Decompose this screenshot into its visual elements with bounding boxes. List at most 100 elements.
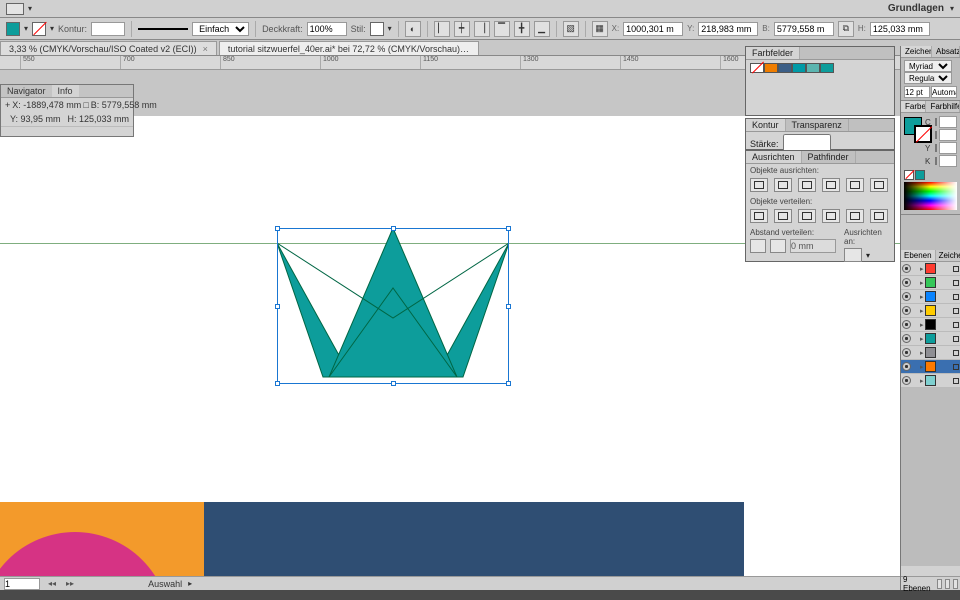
- prev-page-icon[interactable]: ◂◂: [46, 579, 58, 588]
- visibility-icon[interactable]: [902, 334, 911, 343]
- yellow-field[interactable]: [939, 142, 957, 154]
- info-panel[interactable]: Navigator Info + X: -1889,478 mm □ B: 57…: [0, 84, 134, 137]
- align-right-btn[interactable]: [798, 178, 816, 192]
- visibility-icon[interactable]: [902, 278, 911, 287]
- tab-paragraph[interactable]: Absatz: [932, 46, 960, 57]
- tab-stroke[interactable]: Kontur: [746, 119, 786, 131]
- align-bottom-btn[interactable]: [870, 178, 888, 192]
- swatch[interactable]: [778, 63, 792, 73]
- lock-slot[interactable]: [912, 306, 919, 315]
- target-icon[interactable]: [953, 322, 959, 328]
- lock-slot[interactable]: [912, 292, 919, 301]
- dist-bottom-btn[interactable]: [798, 209, 816, 223]
- visibility-icon[interactable]: [902, 348, 911, 357]
- bbox-handle[interactable]: [506, 381, 511, 386]
- swatch[interactable]: [792, 63, 806, 73]
- dist-right-btn[interactable]: [870, 209, 888, 223]
- layer-row[interactable]: ▸: [901, 262, 960, 276]
- layer-row[interactable]: ▸: [901, 304, 960, 318]
- none-swatch[interactable]: [904, 170, 914, 180]
- bbox-handle[interactable]: [391, 381, 396, 386]
- align-hcenter-button[interactable]: ┿: [454, 21, 470, 37]
- tab-align[interactable]: Ausrichten: [746, 151, 802, 163]
- align-panel[interactable]: Ausrichten Pathfinder Objekte ausrichten…: [745, 150, 895, 262]
- document-tab[interactable]: tutorial sitzwuerfel_40er.ai* bei 72,72 …: [219, 41, 479, 55]
- magenta-slider[interactable]: [935, 131, 937, 139]
- font-style-select[interactable]: Regular: [904, 72, 952, 84]
- disclosure-icon[interactable]: ▸: [920, 349, 924, 357]
- tab-navigator[interactable]: Navigator: [1, 85, 52, 97]
- current-fill-chip[interactable]: [915, 170, 925, 180]
- target-icon[interactable]: [953, 350, 959, 356]
- align-left-button[interactable]: ▏: [434, 21, 450, 37]
- layer-new-btn[interactable]: [945, 579, 950, 589]
- dist-vcenter-btn[interactable]: [774, 209, 792, 223]
- tab-transparency[interactable]: Transparenz: [786, 119, 849, 131]
- bbox-handle[interactable]: [506, 304, 511, 309]
- layer-row[interactable]: ▸: [901, 360, 960, 374]
- transform-button[interactable]: ▧: [563, 21, 579, 37]
- swatch-none[interactable]: [750, 63, 764, 73]
- graphic-style-swatch[interactable]: [370, 22, 384, 36]
- dist-hcenter-btn[interactable]: [846, 209, 864, 223]
- disclosure-icon[interactable]: ▸: [920, 335, 924, 343]
- w-field[interactable]: [774, 22, 834, 36]
- align-top-button[interactable]: ▔: [494, 21, 510, 37]
- align-vcenter-button[interactable]: ╋: [514, 21, 530, 37]
- visibility-icon[interactable]: [902, 292, 911, 301]
- disclosure-icon[interactable]: ▸: [920, 321, 924, 329]
- target-icon[interactable]: [953, 336, 959, 342]
- target-icon[interactable]: [953, 364, 959, 370]
- y-field[interactable]: [698, 22, 758, 36]
- align-top-btn[interactable]: [822, 178, 840, 192]
- leading-field[interactable]: [931, 86, 957, 98]
- align-bottom-button[interactable]: ▁: [534, 21, 550, 37]
- magenta-field[interactable]: [939, 129, 957, 141]
- layer-delete-btn[interactable]: [953, 579, 958, 589]
- layer-row[interactable]: ▸: [901, 276, 960, 290]
- stroke-style-select[interactable]: Einfach: [192, 22, 249, 36]
- visibility-icon[interactable]: [902, 306, 911, 315]
- lock-slot[interactable]: [912, 348, 919, 357]
- color-spectrum[interactable]: [904, 182, 957, 210]
- disclosure-icon[interactable]: ▸: [920, 363, 924, 371]
- bbox-handle[interactable]: [275, 304, 280, 309]
- reference-point-icon[interactable]: ▦: [592, 21, 608, 37]
- visibility-icon[interactable]: [902, 362, 911, 371]
- visibility-icon[interactable]: [902, 264, 911, 273]
- cyan-field[interactable]: [939, 116, 957, 128]
- target-icon[interactable]: [953, 294, 959, 300]
- black-field[interactable]: [939, 155, 957, 167]
- dist-top-btn[interactable]: [750, 209, 768, 223]
- layer-row[interactable]: ▸: [901, 290, 960, 304]
- spacing-field[interactable]: [790, 239, 836, 253]
- next-page-icon[interactable]: ▸▸: [64, 579, 76, 588]
- target-icon[interactable]: [953, 378, 959, 384]
- opacity-field[interactable]: [307, 22, 347, 36]
- tab-colorguide[interactable]: Farbhilfe: [926, 101, 960, 112]
- disclosure-icon[interactable]: ▸: [920, 293, 924, 301]
- dist-left-btn[interactable]: [822, 209, 840, 223]
- workspace-dropdown-icon[interactable]: ▾: [950, 4, 954, 13]
- tab-layers[interactable]: Ebenen: [901, 250, 936, 261]
- bbox-handle[interactable]: [506, 226, 511, 231]
- tab-artboards[interactable]: Zeichenfl: [936, 250, 960, 261]
- dist-spacing-h-btn[interactable]: [770, 239, 786, 253]
- lock-slot[interactable]: [912, 264, 919, 273]
- tab-swatches[interactable]: Farbfelder: [746, 47, 800, 59]
- lock-slot[interactable]: [912, 334, 919, 343]
- bbox-handle[interactable]: [275, 226, 280, 231]
- disclosure-icon[interactable]: ▸: [920, 265, 924, 273]
- fill-swatch[interactable]: [6, 22, 20, 36]
- yellow-slider[interactable]: [935, 144, 937, 152]
- target-icon[interactable]: [953, 280, 959, 286]
- tab-pathfinder[interactable]: Pathfinder: [802, 151, 856, 163]
- align-left-btn[interactable]: [750, 178, 768, 192]
- layer-locate-btn[interactable]: [937, 579, 942, 589]
- layer-row[interactable]: ▸: [901, 318, 960, 332]
- stroke-weight-field[interactable]: [91, 22, 125, 36]
- font-size-field[interactable]: [904, 86, 930, 98]
- swatch[interactable]: [820, 63, 834, 73]
- layer-row[interactable]: ▸: [901, 346, 960, 360]
- h-field[interactable]: [870, 22, 930, 36]
